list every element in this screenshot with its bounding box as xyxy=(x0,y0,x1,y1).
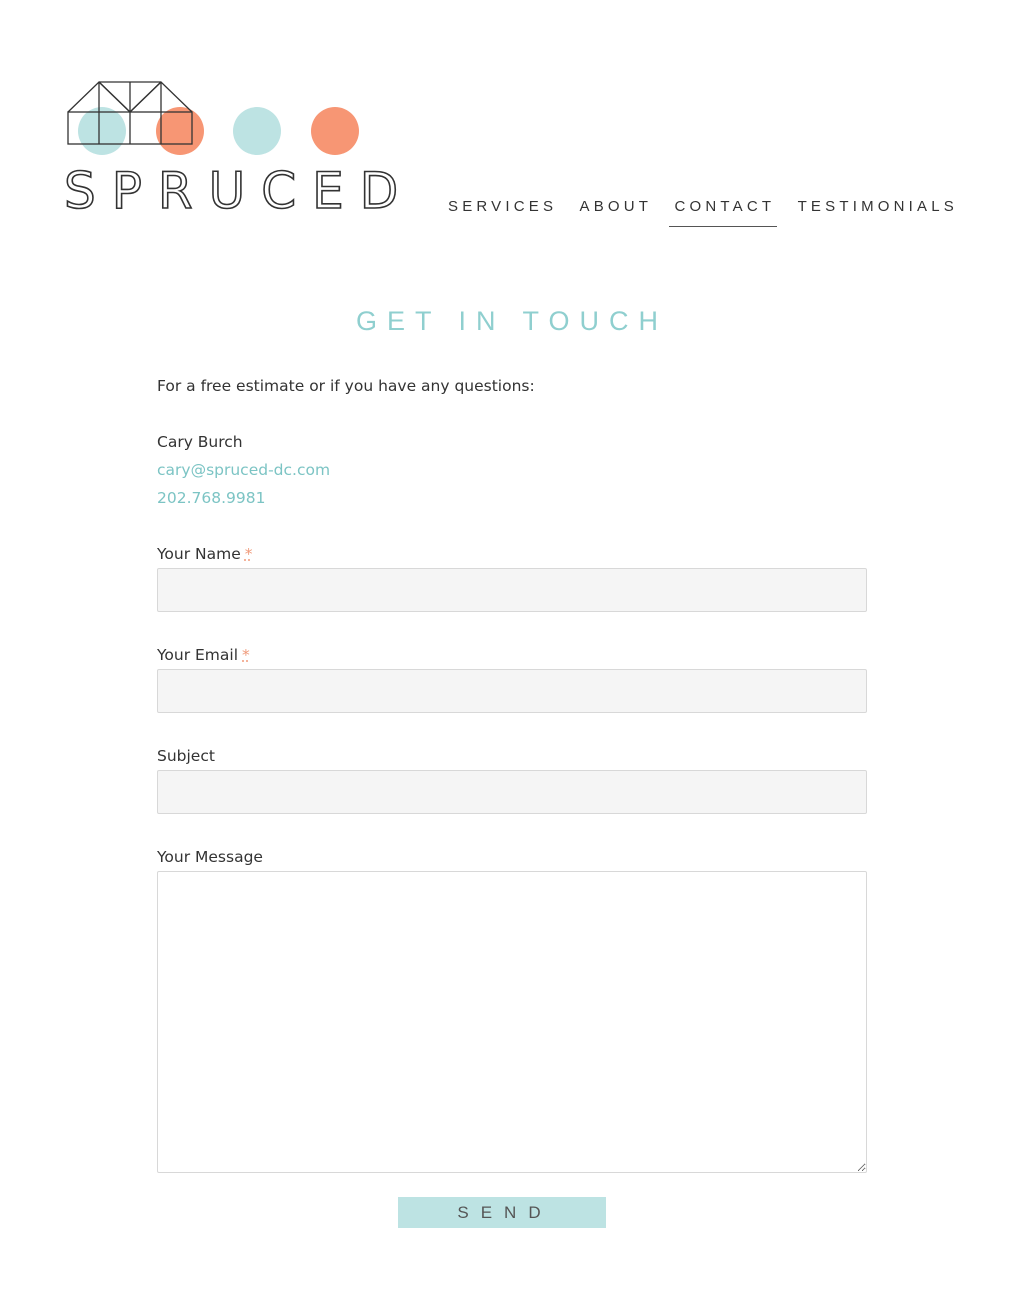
name-label-text: Your Name xyxy=(157,545,241,563)
intro-text: For a free estimate or if you have any q… xyxy=(157,377,535,395)
nav-testimonials[interactable]: TESTIMONIALS xyxy=(798,198,958,227)
email-label-text: Your Email xyxy=(157,646,239,664)
brand-logo[interactable]: SPRUCED xyxy=(63,78,399,223)
name-input[interactable] xyxy=(157,568,867,612)
message-textarea[interactable] xyxy=(157,871,867,1173)
main-nav: SERVICES ABOUT CONTACT TESTIMONIALS xyxy=(448,198,958,227)
subject-field-group: Subject xyxy=(157,742,867,814)
message-field-group: Your Message xyxy=(157,843,867,1173)
logo-graphic xyxy=(67,81,359,155)
nav-contact[interactable]: CONTACT xyxy=(669,198,778,227)
message-label: Your Message xyxy=(157,848,263,866)
contact-content: For a free estimate or if you have any q… xyxy=(157,372,867,1173)
name-field-group: Your Name * xyxy=(157,540,867,612)
nav-about[interactable]: ABOUT xyxy=(579,198,652,227)
email-label: Your Email * xyxy=(157,641,867,669)
email-input[interactable] xyxy=(157,669,867,713)
name-label: Your Name * xyxy=(157,540,867,568)
nav-services[interactable]: SERVICES xyxy=(448,198,557,227)
send-button[interactable]: SEND xyxy=(398,1197,606,1228)
contact-form: Your Name * Your Email * Subject Your Mess… xyxy=(157,540,867,1173)
contact-name: Cary Burch xyxy=(157,433,243,451)
subject-label: Subject xyxy=(157,747,215,765)
contact-email-link[interactable]: cary@spruced-dc.com xyxy=(157,456,867,484)
contact-phone-link[interactable]: 202.768.9981 xyxy=(157,484,867,512)
contact-info: Cary Burch cary@spruced-dc.com 202.768.9… xyxy=(157,428,867,512)
brand-wordmark: SPRUCED xyxy=(63,162,415,220)
email-field-group: Your Email * xyxy=(157,641,867,713)
required-marker: * xyxy=(244,545,253,563)
required-marker: * xyxy=(242,646,250,664)
page-title: GET IN TOUCH xyxy=(355,306,669,336)
subject-input[interactable] xyxy=(157,770,867,814)
